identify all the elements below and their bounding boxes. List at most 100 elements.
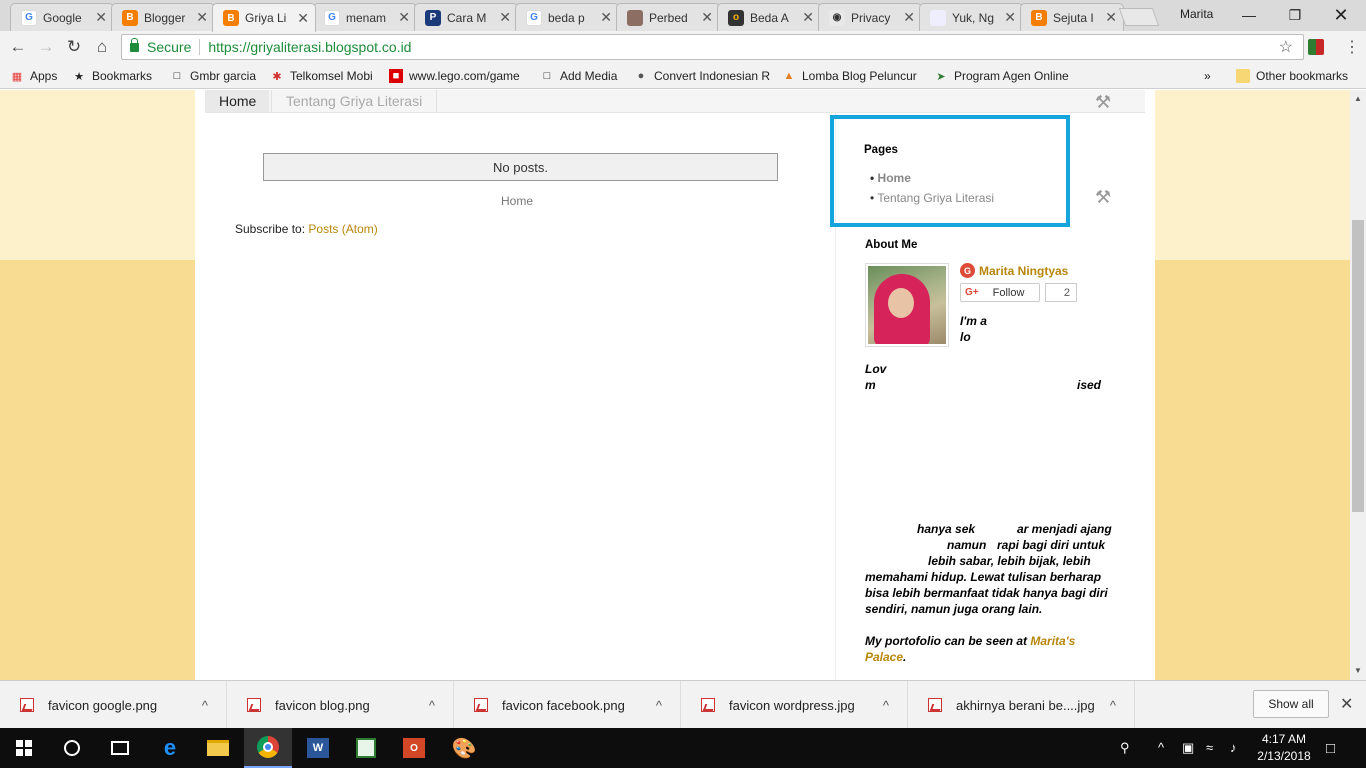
extension-icon[interactable] (1308, 39, 1324, 55)
bookmark-bookmarks[interactable]: ★ Bookmarks (72, 68, 160, 84)
tray-chevron-icon[interactable]: ^ (1158, 740, 1164, 755)
url-text[interactable]: https://griyaliterasi.blogspot.co.id (208, 39, 411, 55)
other-bookmarks[interactable]: Other bookmarks (1236, 68, 1362, 84)
close-tab-icon[interactable]: ✕ (802, 9, 814, 26)
bio-fragment: I'm a (960, 314, 987, 328)
tab-title: Griya Li (245, 11, 287, 25)
bookmarks-overflow-icon[interactable]: » (1204, 68, 1218, 84)
scroll-up-icon[interactable]: ▲ (1354, 94, 1362, 103)
tab-3[interactable]: Gmenam ✕ (313, 3, 417, 31)
chevron-up-icon[interactable]: ^ (883, 698, 889, 713)
pages-widget: Pages • Home • Tentang Griya Literasi (830, 115, 1070, 227)
close-downloads-icon[interactable]: ✕ (1340, 694, 1353, 714)
chevron-up-icon[interactable]: ^ (656, 698, 662, 713)
bookmark-program-agen[interactable]: ➤ Program Agen Online (934, 68, 1070, 84)
profile-link[interactable]: G Marita Ningtyas (960, 263, 1068, 278)
tab-0[interactable]: G Google ✕ (10, 3, 114, 31)
close-tab-icon[interactable]: ✕ (95, 9, 107, 26)
bookmark-add-media[interactable]: □ Add Media (540, 68, 624, 84)
chevron-up-icon[interactable]: ^ (202, 698, 208, 713)
close-tab-icon[interactable]: ✕ (196, 9, 208, 26)
nav-home[interactable]: Home (205, 90, 269, 112)
new-tab-button[interactable] (1118, 8, 1160, 26)
volume-icon[interactable]: ♪ (1230, 740, 1237, 755)
scroll-down-icon[interactable]: ▼ (1354, 666, 1362, 675)
paint-icon[interactable]: 🎨 (440, 728, 488, 768)
lock-icon (130, 37, 139, 52)
task-view-icon[interactable] (96, 728, 144, 768)
edge-icon[interactable]: e (146, 728, 194, 768)
close-tab-icon[interactable]: ✕ (297, 10, 309, 27)
tab-6[interactable]: Perbed ✕ (616, 3, 720, 31)
forward-icon[interactable]: → (36, 37, 56, 57)
no-posts-message: No posts. (263, 153, 778, 181)
download-item[interactable]: favicon google.png ^ (0, 681, 227, 729)
close-tab-icon[interactable]: ✕ (903, 9, 915, 26)
download-item[interactable]: favicon wordpress.jpg ^ (681, 681, 908, 729)
bookmark-gmbr-garcia[interactable]: □ Gmbr garcia (170, 68, 262, 84)
tab-8[interactable]: ◉ Privacy ✕ (818, 3, 922, 31)
file-explorer-icon[interactable] (194, 728, 242, 768)
bookmarks-bar: ▦ Apps ★ Bookmarks □ Gmbr garcia ✱ Telkomsel… (0, 63, 1366, 89)
portfolio-line: My portofolio can be seen at Marita's Pa… (865, 634, 1076, 664)
page-icon: □ (173, 70, 181, 82)
taskbar-clock[interactable]: 4:17 AM 2/13/2018 (1256, 731, 1312, 765)
scroll-thumb[interactable] (1352, 220, 1364, 512)
restore-icon[interactable]: ❐ (1272, 0, 1318, 30)
tab-10[interactable]: B Sejuta I ✕ (1020, 3, 1124, 31)
tab-9[interactable]: Yuk, Ng ✕ (919, 3, 1023, 31)
bookmark-lego[interactable]: ■ www.lego.com/game (389, 68, 527, 84)
bookmark-lomba-blog[interactable]: ▲ Lomba Blog Peluncur (782, 68, 920, 84)
office-icon[interactable]: O (390, 728, 438, 768)
profile-name[interactable]: Marita (1180, 7, 1213, 21)
download-item[interactable]: akhirnya berani be....jpg ^ (908, 681, 1135, 729)
chevron-up-icon[interactable]: ^ (429, 698, 435, 713)
tab-2[interactable]: B Griya Li ✕ (212, 3, 316, 32)
home-link[interactable]: Home (501, 194, 533, 208)
edit-wrench-icon[interactable]: ⚒ (1095, 187, 1111, 208)
tab-7[interactable]: o Beda A ✕ (717, 3, 821, 31)
reload-icon[interactable]: ↻ (64, 37, 84, 57)
apps-grid-icon: ▦ (11, 70, 23, 83)
nav-tentang[interactable]: Tentang Griya Literasi (271, 90, 438, 112)
close-tab-icon[interactable]: ✕ (1004, 9, 1016, 26)
word-icon[interactable]: W (294, 728, 342, 768)
wifi-icon[interactable]: ≈ (1206, 740, 1213, 755)
close-tab-icon[interactable]: ✕ (701, 9, 713, 26)
tab-4[interactable]: P Cara M ✕ (414, 3, 518, 31)
close-tab-icon[interactable]: ✕ (398, 9, 410, 26)
back-icon[interactable]: ← (8, 37, 28, 57)
close-tab-icon[interactable]: ✕ (600, 9, 612, 26)
tab-5[interactable]: Gbeda p ✕ (515, 3, 619, 31)
pages-item-tentang[interactable]: • Tentang Griya Literasi (870, 191, 994, 205)
avatar[interactable] (865, 263, 949, 347)
home-icon[interactable]: ⌂ (92, 37, 112, 57)
follow-button[interactable]: G+ Follow (960, 283, 1040, 302)
address-bar[interactable]: Secure https://griyaliterasi.blogspot.co… (121, 34, 1304, 60)
people-icon[interactable]: ⚲ (1120, 740, 1130, 756)
close-tab-icon[interactable]: ✕ (1105, 9, 1117, 26)
pages-item-home[interactable]: • Home (870, 171, 911, 185)
download-item[interactable]: favicon facebook.png ^ (454, 681, 681, 729)
close-window-icon[interactable]: ✕ (1318, 0, 1364, 30)
download-item[interactable]: favicon blog.png ^ (227, 681, 454, 729)
spreadsheet-icon[interactable] (342, 728, 390, 768)
minimize-icon[interactable]: — (1226, 0, 1272, 30)
chevron-up-icon[interactable]: ^ (1110, 698, 1116, 713)
bookmark-telkomsel[interactable]: ✱ Telkomsel Mobi (270, 68, 380, 84)
bookmark-convert[interactable]: ● Convert Indonesian R (634, 68, 770, 84)
windows-start-icon[interactable] (0, 728, 48, 768)
tab-1[interactable]: B Blogger ✕ (111, 3, 215, 31)
posts-atom-link[interactable]: Posts (Atom) (308, 222, 377, 236)
notifications-icon[interactable]: □ (1326, 740, 1335, 757)
show-all-button[interactable]: Show all (1253, 690, 1329, 718)
edit-wrench-icon[interactable]: ⚒ (1095, 92, 1111, 113)
bookmark-apps[interactable]: ▦ Apps (10, 68, 66, 84)
page-scrollbar[interactable]: ▲ ▼ (1350, 90, 1366, 680)
close-tab-icon[interactable]: ✕ (499, 9, 511, 26)
cortana-icon[interactable] (48, 728, 96, 768)
bookmark-star-icon[interactable]: ☆ (1279, 37, 1293, 57)
menu-icon[interactable]: ⋮ (1344, 37, 1360, 57)
chrome-icon[interactable] (244, 728, 292, 768)
battery-icon[interactable]: ▣ (1182, 740, 1194, 756)
